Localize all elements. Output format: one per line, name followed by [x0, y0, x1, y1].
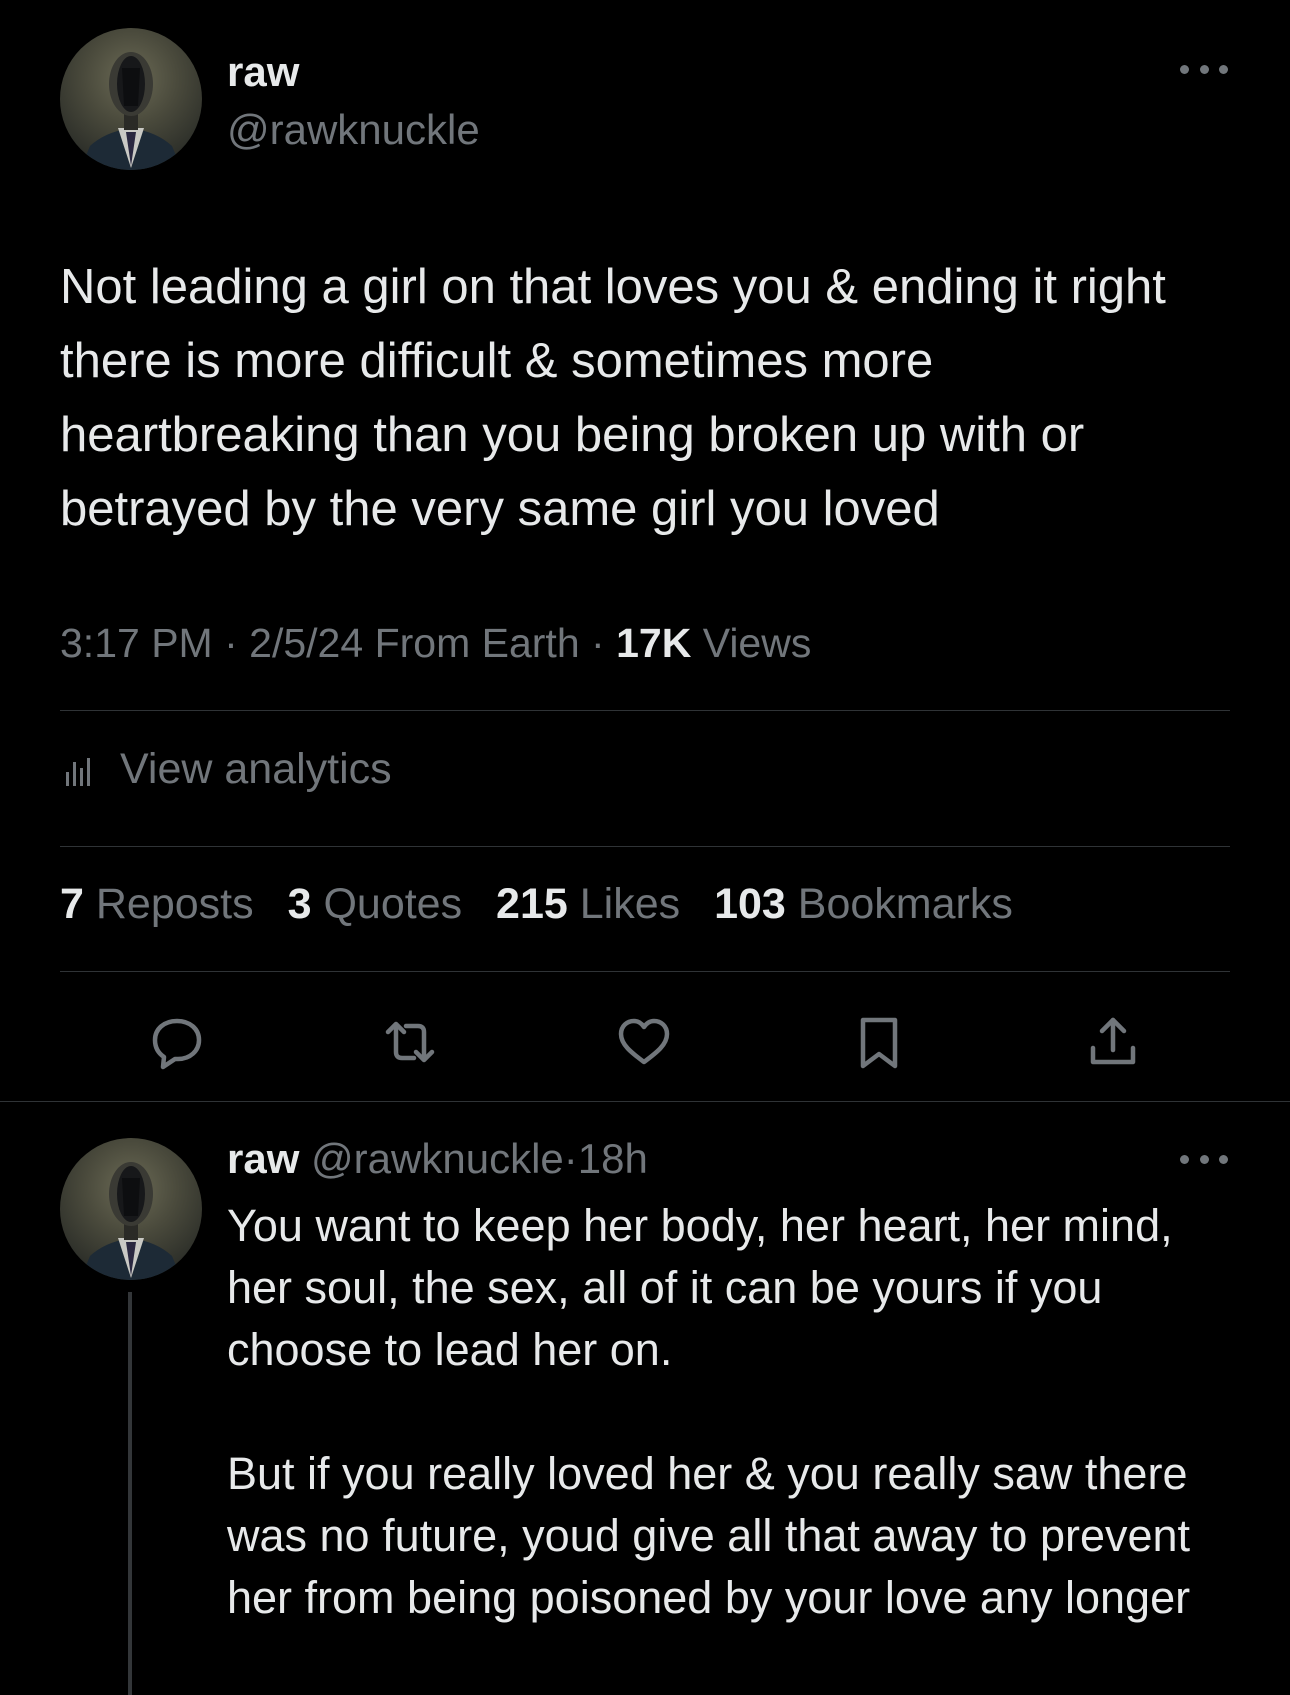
heart-icon [618, 1018, 670, 1065]
reply-separator: · [563, 1135, 578, 1182]
action-bar [0, 1010, 1290, 1074]
reply-author-name[interactable]: raw [227, 1135, 299, 1182]
tweet-time[interactable]: 3:17 PM [60, 620, 213, 666]
reposts-count: 7 [60, 880, 84, 928]
repost-icon [385, 1021, 435, 1063]
author-name[interactable]: raw [227, 48, 299, 96]
thread-line [128, 1292, 132, 1695]
likes-stat[interactable]: 215 Likes [496, 880, 680, 928]
bookmark-button[interactable] [847, 1010, 911, 1074]
reply-paragraph: You want to keep her body, her heart, he… [227, 1200, 1173, 1375]
share-icon [1090, 1017, 1136, 1065]
reply-button[interactable] [145, 1010, 209, 1074]
reply-more-options-icon[interactable] [1180, 1152, 1228, 1166]
reply-text: You want to keep her body, her heart, he… [227, 1195, 1237, 1629]
divider [60, 846, 1230, 847]
tweet-text: Not leading a girl on that loves you & e… [60, 260, 1166, 536]
bookmarks-stat[interactable]: 103 Bookmarks [714, 880, 1013, 928]
divider [60, 710, 1230, 711]
reply-paragraph: But if you really loved her & you really… [227, 1448, 1191, 1623]
tweet-location: From Earth [374, 620, 580, 666]
bookmarks-label: Bookmarks [797, 880, 1013, 928]
reply-icon [152, 1018, 202, 1070]
likes-label: Likes [579, 880, 681, 928]
reply-author-handle[interactable]: @rawknuckle [311, 1135, 564, 1182]
repost-button[interactable] [378, 1010, 442, 1074]
view-analytics-link[interactable]: View analytics [60, 745, 392, 794]
author-avatar[interactable] [60, 28, 202, 170]
bookmark-icon [860, 1017, 898, 1069]
view-analytics-label: View analytics [120, 745, 392, 793]
likes-count: 215 [496, 880, 568, 928]
reposts-label: Reposts [95, 880, 254, 928]
engagement-stats: 7 Reposts 3 Quotes 215 Likes 103 Bookmar… [60, 880, 1035, 929]
divider [60, 971, 1230, 972]
more-options-icon[interactable] [1180, 62, 1228, 76]
author-handle[interactable]: @rawknuckle [227, 106, 480, 154]
avatar-image [80, 1162, 182, 1280]
like-button[interactable] [612, 1010, 676, 1074]
bookmarks-count: 103 [714, 880, 786, 928]
share-button[interactable] [1081, 1010, 1145, 1074]
views-label: Views [702, 620, 812, 666]
section-divider [0, 1101, 1290, 1102]
reply-header: raw @rawknuckle·18h [227, 1135, 648, 1183]
reply-time[interactable]: 18h [578, 1135, 648, 1182]
bar-chart-icon [66, 757, 90, 786]
reply-author-avatar[interactable] [60, 1138, 202, 1280]
tweet-meta: 3:17 PM · 2/5/24 From Earth · 17K Views [60, 620, 811, 667]
tweet-date[interactable]: 2/5/24 [249, 620, 363, 666]
quotes-label: Quotes [323, 880, 463, 928]
reposts-stat[interactable]: 7 Reposts [60, 880, 254, 928]
quotes-count: 3 [287, 880, 312, 928]
views-count: 17K [616, 620, 692, 666]
quotes-stat[interactable]: 3 Quotes [288, 880, 463, 928]
avatar-image [80, 52, 182, 170]
meta-separator: · [591, 620, 605, 666]
meta-separator: · [224, 620, 238, 666]
